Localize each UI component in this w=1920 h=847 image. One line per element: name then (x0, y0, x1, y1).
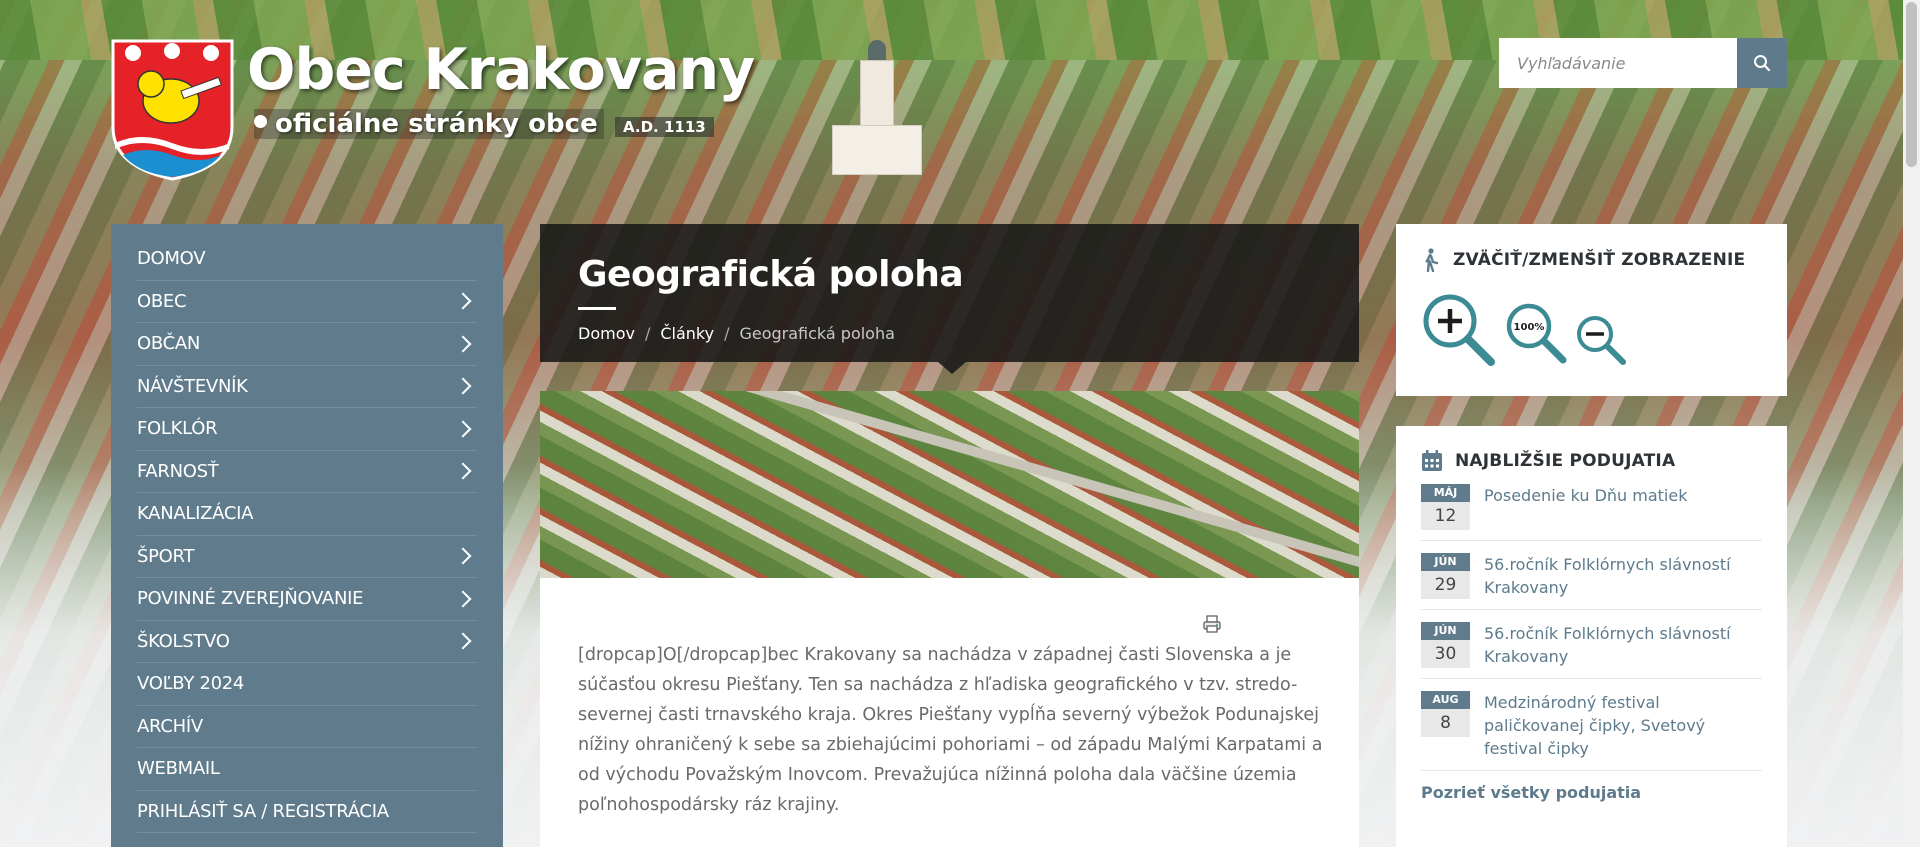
event-item[interactable]: AUG 8 Medzinárodný festival paličkovanej… (1421, 679, 1762, 771)
event-date-badge: JÚN 30 (1421, 622, 1470, 668)
all-events-link[interactable]: Pozrieť všetky podujatia (1421, 783, 1762, 802)
nav-item-webmail[interactable]: WEBMAIL (137, 748, 477, 791)
events-widget-header: NAJBLIŽŠIE PODUJATIA (1421, 450, 1762, 472)
event-item[interactable]: JÚN 30 56.ročník Folklórnych slávností K… (1421, 610, 1762, 679)
nav-item-kanalizacia[interactable]: KANALIZÁCIA (137, 493, 477, 536)
accessibility-walker-icon (1425, 248, 1439, 272)
page-scrollbar[interactable] (1903, 0, 1920, 847)
search-icon (1754, 55, 1771, 72)
zoom-reset-icon[interactable]: 100% (1503, 292, 1567, 368)
nav-item-povinne-zverejnovanie[interactable]: POVINNÉ ZVEREJŇOVANIE (137, 578, 477, 621)
title-pointer (938, 362, 966, 374)
event-date-badge: AUG 8 (1421, 691, 1470, 760)
title-underline (578, 307, 616, 310)
nav-item-sport[interactable]: ŠPORT (137, 536, 477, 578)
article-hero-image (540, 391, 1359, 578)
article-content: [dropcap]O[/dropcap]bec Krakovany sa nac… (540, 578, 1359, 847)
chevron-right-icon (454, 377, 472, 395)
nav-item-navstevnik[interactable]: NÁVŠTEVNÍK (137, 366, 477, 408)
main-navigation: DOMOV OBEC OBČAN NÁVŠTEVNÍK FOLKLÓR FARN… (111, 224, 503, 847)
print-icon[interactable] (1202, 614, 1222, 634)
event-item[interactable]: MÁJ 12 Posedenie ku Dňu matiek (1421, 472, 1762, 541)
nav-item-prihlasit-sa[interactable]: PRIHLÁSIŤ SA / REGISTRÁCIA (137, 791, 477, 833)
chevron-right-icon (454, 547, 472, 565)
event-title-link[interactable]: 56.ročník Folklórnych slávností Krakovan… (1484, 622, 1762, 668)
chevron-right-icon (454, 590, 472, 608)
page-header: Geografická poloha Domov / Články / Geog… (540, 224, 1359, 362)
event-date-badge: JÚN 29 (1421, 553, 1470, 599)
search-form (1499, 38, 1787, 88)
events-widget-title: NAJBLIŽŠIE PODUJATIA (1455, 451, 1676, 471)
nav-item-volby-2024[interactable]: VOĽBY 2024 (137, 663, 477, 706)
svg-text:100%: 100% (1514, 322, 1545, 333)
zoom-controls: 100% (1421, 292, 1762, 368)
nav-item-skolstvo[interactable]: ŠKOLSTVO (137, 621, 477, 663)
nav-item-obec[interactable]: OBEC (137, 281, 477, 323)
zoom-widget: ZVÄČIŤ/ZMENŠIŤ ZOBRAZENIE 100% (1396, 224, 1787, 396)
event-title-link[interactable]: Medzinárodný festival paličkovanej čipky… (1484, 691, 1762, 760)
site-subtitle: oficiálne stránky obce (254, 109, 604, 139)
page-title: Geografická poloha (578, 254, 964, 295)
nav-item-farnost[interactable]: FARNOSŤ (137, 451, 477, 493)
scrollbar-thumb[interactable] (1906, 2, 1917, 167)
event-date-badge: MÁJ 12 (1421, 484, 1470, 530)
chevron-right-icon (454, 292, 472, 310)
breadcrumb-articles-link[interactable]: Články (660, 324, 714, 343)
chevron-right-icon (454, 420, 472, 438)
event-item[interactable]: JÚN 29 56.ročník Folklórnych slávností K… (1421, 541, 1762, 610)
zoom-widget-title: ZVÄČIŤ/ZMENŠIŤ ZOBRAZENIE (1453, 250, 1746, 270)
nav-item-folklor[interactable]: FOLKLÓR (137, 408, 477, 451)
zoom-widget-header: ZVÄČIŤ/ZMENŠIŤ ZOBRAZENIE (1421, 248, 1762, 272)
chevron-right-icon (454, 632, 472, 650)
chevron-right-icon (454, 462, 472, 480)
founding-year: A.D. 1113 (615, 117, 714, 137)
article-body: [dropcap]O[/dropcap]bec Krakovany sa nac… (578, 645, 1323, 815)
events-widget: NAJBLIŽŠIE PODUJATIA MÁJ 12 Posedenie ku… (1396, 426, 1787, 847)
coat-of-arms-logo[interactable] (111, 39, 234, 181)
zoom-in-icon[interactable] (1421, 292, 1497, 368)
zoom-out-icon[interactable] (1573, 292, 1629, 368)
event-title-link[interactable]: Posedenie ku Dňu matiek (1484, 484, 1687, 530)
breadcrumb: Domov / Články / Geografická poloha (578, 324, 895, 343)
search-button[interactable] (1737, 38, 1787, 88)
nav-item-archiv[interactable]: ARCHÍV (137, 706, 477, 748)
site-title[interactable]: Obec Krakovany (247, 37, 755, 103)
chevron-right-icon (454, 335, 472, 353)
breadcrumb-current: Geografická poloha (739, 324, 895, 343)
event-title-link[interactable]: 56.ročník Folklórnych slávností Krakovan… (1484, 553, 1762, 599)
nav-item-domov[interactable]: DOMOV (137, 238, 477, 281)
breadcrumb-home-link[interactable]: Domov (578, 324, 635, 343)
search-input[interactable] (1499, 38, 1737, 88)
calendar-icon (1422, 450, 1442, 471)
nav-item-obcan[interactable]: OBČAN (137, 323, 477, 366)
background-church (832, 40, 922, 175)
